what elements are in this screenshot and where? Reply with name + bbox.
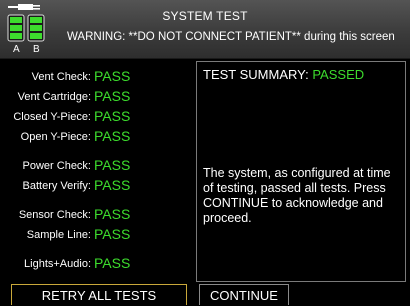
test-label: Closed Y-Piece: bbox=[13, 111, 91, 123]
summary-title: TEST SUMMARY: PASSED bbox=[203, 67, 364, 82]
test-row: Sample Line: PASS bbox=[0, 226, 195, 242]
test-status: PASS bbox=[94, 157, 131, 173]
battery-b-label: B bbox=[33, 44, 40, 54]
test-row: Power Check: PASS bbox=[0, 157, 195, 173]
test-row: Battery Verify: PASS bbox=[0, 177, 195, 193]
test-row: Vent Check: PASS bbox=[0, 68, 195, 84]
test-row: Closed Y-Piece: PASS bbox=[0, 108, 195, 124]
test-status: PASS bbox=[94, 226, 131, 242]
test-status: PASS bbox=[94, 255, 131, 271]
continue-button[interactable]: CONTINUE bbox=[199, 284, 289, 305]
test-label: Sample Line: bbox=[26, 229, 91, 241]
test-results-list: Vent Check: PASS Vent Cartridge: PASS Cl… bbox=[0, 61, 195, 281]
test-row: Vent Cartridge: PASS bbox=[0, 88, 195, 104]
test-status: PASS bbox=[94, 206, 131, 222]
test-label: Battery Verify: bbox=[22, 180, 91, 192]
summary-message: The system, as configured at time of tes… bbox=[203, 166, 391, 225]
test-status: PASS bbox=[94, 108, 131, 124]
test-label: Open Y-Piece: bbox=[20, 131, 91, 143]
test-status: PASS bbox=[94, 68, 131, 84]
test-status: PASS bbox=[94, 88, 131, 104]
test-label: Lights+Audio: bbox=[24, 258, 91, 270]
summary-title-prefix: TEST SUMMARY: bbox=[203, 67, 309, 82]
test-row: Sensor Check: PASS bbox=[0, 206, 195, 222]
warning-text: WARNING: **DO NOT CONNECT PATIENT** duri… bbox=[67, 31, 395, 43]
header-bar: A B SYSTEM TEST WARNING: **DO NOT CONNEC… bbox=[0, 0, 410, 59]
summary-status: PASSED bbox=[312, 67, 365, 82]
test-label: Vent Check: bbox=[31, 71, 91, 83]
test-row: Open Y-Piece: PASS bbox=[0, 128, 195, 144]
test-row: Lights+Audio: PASS bbox=[0, 255, 195, 271]
screen-title: SYSTEM TEST bbox=[162, 9, 248, 23]
test-label: Sensor Check: bbox=[18, 209, 91, 221]
test-status: PASS bbox=[94, 177, 131, 193]
test-label: Vent Cartridge: bbox=[17, 91, 91, 103]
battery-a-label: A bbox=[13, 44, 20, 54]
test-label: Power Check: bbox=[22, 160, 91, 172]
test-summary-panel: TEST SUMMARY: PASSED The system, as conf… bbox=[196, 61, 406, 282]
test-status: PASS bbox=[94, 128, 131, 144]
retry-all-tests-button[interactable]: RETRY ALL TESTS bbox=[11, 284, 187, 305]
